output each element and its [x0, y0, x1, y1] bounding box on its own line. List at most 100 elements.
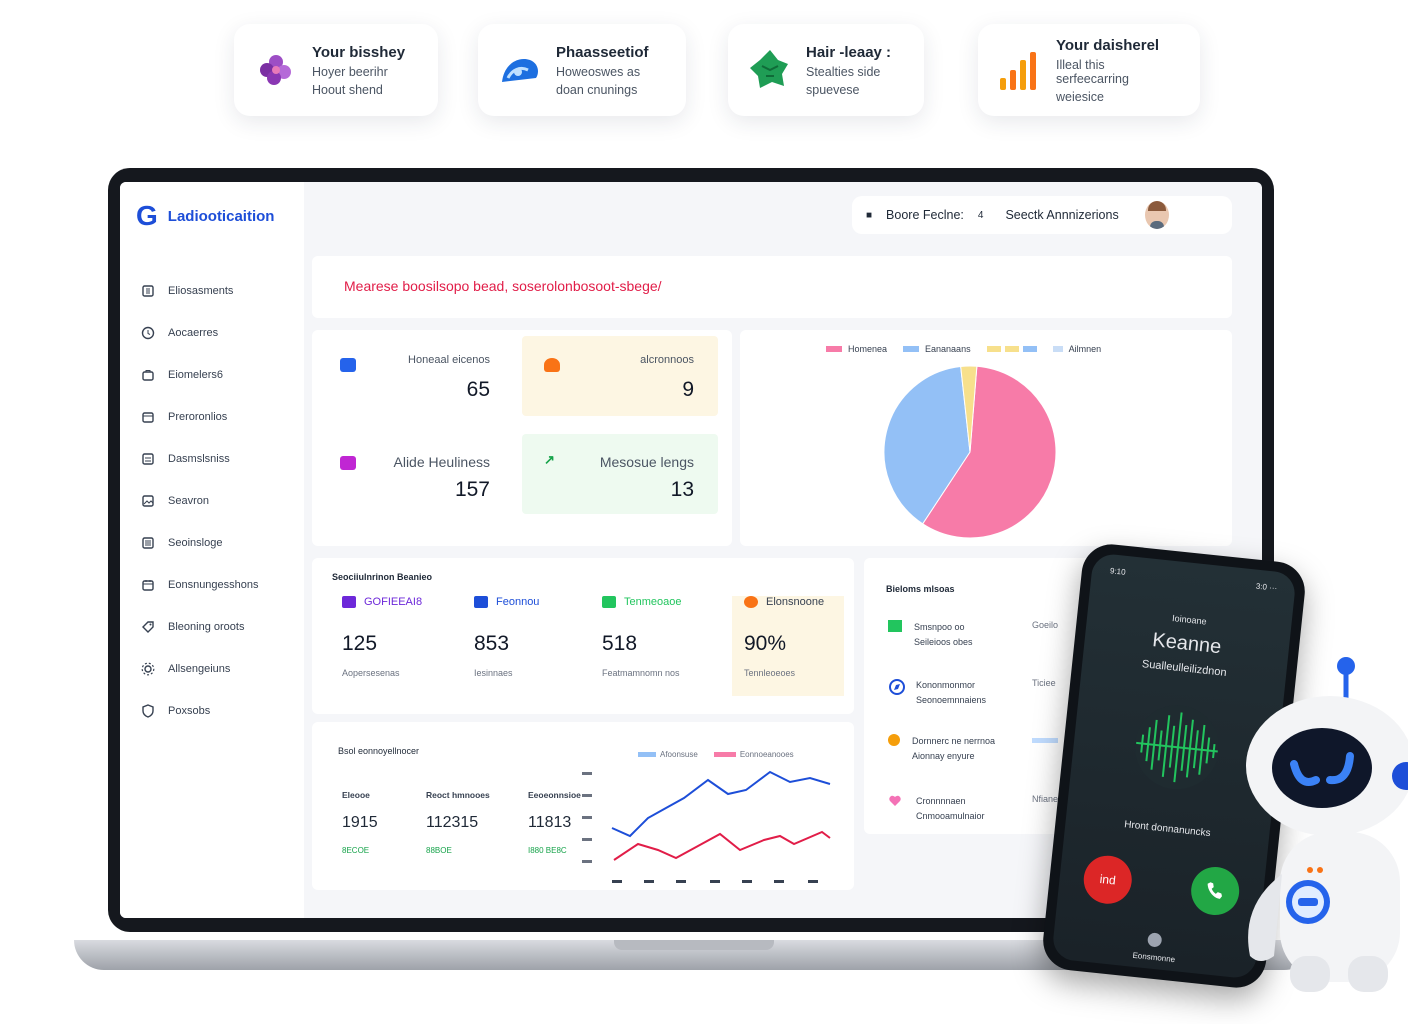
banner-text[interactable]: Mearese boosilsopo bead, soserolonbosoot… [344, 278, 662, 294]
sidebar-item[interactable]: Eliosasments [140, 270, 300, 312]
logo: G [136, 200, 158, 231]
metric-card[interactable]: Tenmeoaoe 518 Featmamnomn nos [590, 596, 710, 696]
legend-item[interactable] [986, 344, 1037, 354]
stat-value: 65 [466, 378, 490, 401]
item-sub: Seonoemnnaiens [916, 695, 987, 706]
stat-card[interactable]: Honeaal eicenos 65 [318, 336, 514, 416]
pie-legend: Homenea Eananaans Ailmnen [826, 344, 1101, 354]
voice-wave-icon [1134, 705, 1219, 790]
sidebar-nav: Eliosasments Aocaerres Eiomelers6 Preror… [140, 270, 300, 732]
filter-label[interactable]: Boore Feclne: [886, 208, 964, 222]
feature-card[interactable]: Phaasseetiof Howeoswes as doan cnunings [478, 24, 686, 116]
legend-item[interactable]: Homenea [826, 344, 887, 354]
trend-head: Reoct hmnooes [426, 790, 490, 800]
list-item[interactable]: Smsnpoo oo Seileioos obes Goeilo [888, 620, 1068, 651]
item-title: Cronnnnaen [916, 796, 966, 806]
legend-label: Afoonsuse [660, 750, 698, 759]
app-name: Ladiooticaition [167, 207, 275, 225]
stat-label: Alide Heuliness [393, 454, 491, 470]
topbar: ■ Boore Feclne: 4 Seectk Annnizerions [852, 196, 1232, 234]
search-field[interactable]: Seectk Annnizerions [1005, 208, 1118, 222]
y-ticks [582, 772, 592, 863]
sidebar-item[interactable]: Bleoning oroots [140, 606, 300, 648]
sidebar-item-label: Seoinsloge [168, 537, 223, 549]
sidebar-item-label: Preroronlios [168, 411, 228, 423]
feature-card[interactable]: Your bisshey Hoyer beerihr Hoout shend [234, 24, 438, 116]
feature-line: Howeoswes as [556, 64, 641, 79]
filter-value[interactable]: 4 [978, 210, 984, 221]
sidebar-item[interactable]: Seoinsloge [140, 522, 300, 564]
sidebar-item[interactable]: Poxsobs [140, 690, 300, 732]
legend-item[interactable]: Afoonsuse [638, 750, 698, 759]
legend-label: Ailmnen [1068, 344, 1102, 354]
list-item[interactable]: Dornnerc ne nerrnoa Aionnay enyure [888, 734, 1068, 765]
trend-stat[interactable]: Eleooe 1915 8ECOE [342, 790, 394, 855]
sidebar-item-label: Eonsnungesshons [168, 579, 259, 591]
legend-label: Eananaans [925, 344, 971, 354]
metric-sub: Aopersesenas [342, 668, 400, 678]
summary-panel: Seociiulnrinon Beanieo GOFIEEAI8 125 Aop… [312, 558, 854, 714]
pie-chart [883, 365, 1057, 539]
feature-line: Hoout shend [312, 82, 383, 97]
sidebar-item[interactable]: Allsengeiuns [140, 648, 300, 690]
sidebar-item[interactable]: Aocaerres [140, 312, 300, 354]
activity-title: Bieloms mlsoas [886, 584, 955, 594]
home-button[interactable] [1147, 932, 1163, 948]
sidebar-item[interactable]: Seavron [140, 480, 300, 522]
sidebar-item[interactable]: Preroronlios [140, 396, 300, 438]
metric-value: 90% [744, 632, 787, 655]
sidebar-item[interactable]: Eonsnungesshons [140, 564, 300, 606]
legend-item[interactable]: Eonnoeanooes [713, 750, 794, 759]
trend-stats: Eleooe 1915 8ECOE Reoct hmnooes 112315 88BOE… [342, 790, 592, 855]
metric-value: 518 [602, 632, 638, 655]
stat-card[interactable]: alcronnoos 9 [522, 336, 718, 416]
sidebar-item[interactable]: Eiomelers6 [140, 354, 300, 396]
avatar[interactable] [1144, 201, 1169, 229]
metric-card[interactable]: Elonsnoone 90% Tennleoeoes [732, 596, 844, 696]
clock-icon [140, 325, 156, 341]
item-title: Kononmonmor [916, 680, 976, 690]
brand[interactable]: G Ladiooticaition [136, 202, 274, 230]
feature-card[interactable]: Your daisherel Illeal this serfeecarring… [978, 24, 1200, 116]
stat-value: 9 [682, 378, 694, 401]
stat-label: Mesosue lengs [599, 454, 694, 470]
metric-label: Feonnou [496, 596, 540, 608]
item-status: Nfiane [1032, 794, 1059, 804]
list-item[interactable]: Cronnnnaen Cnmooamulnaior Nfiane [888, 794, 1068, 825]
line-chart [582, 770, 831, 883]
stats-panel: Honeaal eicenos 65 alcronnoos 9 Alide He… [312, 330, 732, 546]
metric-card[interactable]: Feonnou 853 Iesinnaes [474, 596, 594, 678]
feature-card[interactable]: Hair -leaay : Stealties side spuevese [728, 24, 924, 116]
trend-stat[interactable]: Reoct hmnooes 112315 88BOE [426, 790, 496, 855]
legend-item[interactable]: Ailmnen [1052, 344, 1102, 354]
line-legend: Afoonsuse Eonnoeanooes [638, 750, 794, 759]
item-status: Ticiee [1032, 678, 1056, 688]
banner: Mearese boosilsopo bead, soserolonbosoot… [312, 256, 1232, 318]
fire-icon [544, 358, 560, 372]
list-item[interactable]: Kononmonmor Seonoemnnaiens Ticiee [888, 678, 1068, 709]
trend-sub: 8ECOE [342, 846, 370, 855]
x-ticks [612, 880, 818, 883]
item-status: Goeilo [1032, 620, 1059, 630]
metric-value: 853 [474, 632, 510, 655]
sidebar-item[interactable]: Dasmslsniss [140, 438, 300, 480]
document-icon [140, 451, 156, 467]
legend-label: Eonnoeanooes [739, 750, 794, 759]
legend-item[interactable]: Eananaans [903, 344, 971, 354]
sidebar-item-label: Seavron [168, 495, 209, 507]
trends-panel: Bsol eonnoyellnocer Eleooe 1915 8ECOE Reoc… [312, 722, 854, 890]
sidebar-item-label: Allsengeiuns [168, 663, 231, 675]
compass-icon [888, 678, 905, 695]
decline-button[interactable]: ind [1081, 853, 1135, 907]
item-title: Smsnpoo oo [914, 622, 965, 632]
stat-card[interactable]: Alide Heuliness 157 [318, 434, 514, 514]
mail-icon [474, 596, 488, 608]
heart-icon [888, 794, 904, 810]
stage: Your bisshey Hoyer beerihr Hoout shend P… [0, 0, 1408, 1024]
trend-value: 1915 [342, 814, 378, 831]
list-icon [140, 535, 156, 551]
stat-card[interactable]: ↗ Mesosue lengs 13 [522, 434, 718, 514]
blue-wave-icon [502, 58, 538, 82]
metric-card[interactable]: GOFIEEAI8 125 Aopersesenas [342, 596, 462, 678]
stat-label: alcronnoos [640, 354, 694, 366]
